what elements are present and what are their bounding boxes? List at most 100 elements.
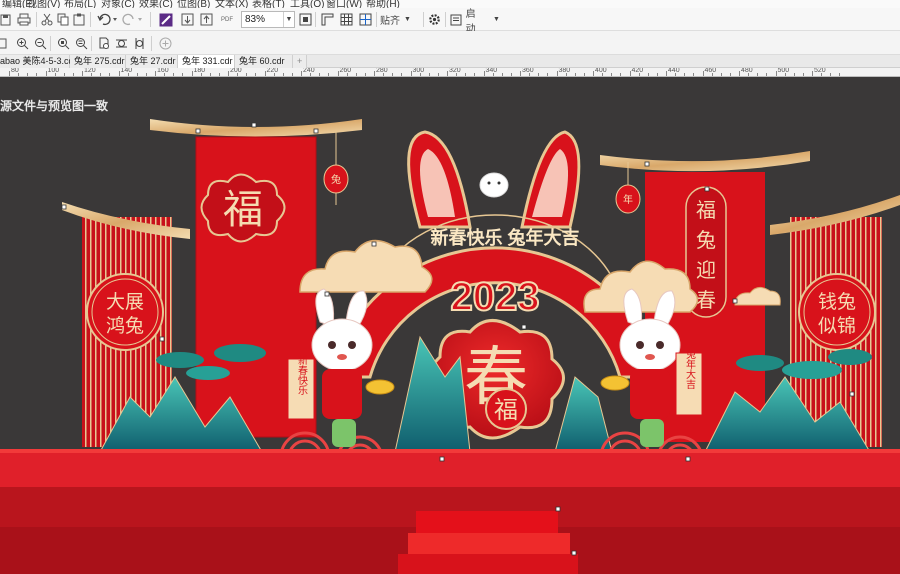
search-content-icon[interactable]: [158, 11, 174, 28]
cut-icon[interactable]: [40, 11, 54, 28]
tab-document-3[interactable]: 兔年 27.cdr: [126, 55, 178, 68]
show-guidelines-icon[interactable]: [358, 11, 372, 28]
right-banner-char-2: 兔: [696, 229, 716, 252]
ruler-tick-label: 140: [120, 68, 133, 74]
zoom-out-icon[interactable]: [33, 35, 47, 52]
artwork-stage-design[interactable]: 大展 鸿兔 福 兔 钱兔 似锦 福 兔 迎 春 年 新春快乐 兔年大吉 2023…: [0, 77, 900, 574]
document-tab-bar: abao 美陈4-5-3.cdr 兔年 275.cdr 兔年 27.cdr 兔年…: [0, 55, 900, 68]
add-icon[interactable]: [158, 35, 172, 52]
left-cloud: [299, 239, 433, 293]
full-screen-icon[interactable]: [298, 11, 312, 28]
ruler-tick-label: 100: [47, 68, 60, 74]
ruler-tick-label: 300: [412, 68, 425, 74]
menu-bitmaps[interactable]: 位图(B): [177, 0, 210, 8]
menu-bar: 编辑(E) 视图(V) 布局(L) 对象(C) 效果(C) 位图(B) 文本(X…: [0, 0, 900, 8]
arch-greeting-text: 新春快乐 兔年大吉: [430, 227, 579, 248]
ruler-tick-label: 520: [814, 68, 826, 74]
ruler-tick-label: 240: [303, 68, 315, 74]
ruler-tick-label: 380: [558, 68, 571, 74]
left-round-medallion: 大展 鸿兔: [86, 273, 164, 351]
snap-to-label: 贴齐: [380, 16, 400, 27]
copy-icon[interactable]: [56, 11, 70, 28]
tab-document-2[interactable]: 兔年 275.cdr: [70, 55, 126, 68]
ruler-tick-label: 420: [631, 68, 644, 74]
right-medallion-text-2: 似锦: [818, 315, 856, 337]
zoom-to-all-objects-icon[interactable]: [74, 35, 88, 52]
right-lantern: 年: [615, 162, 641, 214]
print-icon[interactable]: [16, 11, 32, 28]
menu-object[interactable]: 对象(C): [101, 0, 135, 8]
launcher-icon: [450, 14, 462, 25]
menu-window[interactable]: 窗口(W): [326, 0, 362, 8]
zoom-to-page-width-icon[interactable]: [114, 35, 128, 52]
menu-help[interactable]: 帮助(H): [366, 0, 400, 8]
right-banner-char-3: 迎: [696, 259, 716, 282]
menu-table[interactable]: 表格(T): [252, 0, 285, 8]
left-lantern: 兔: [323, 132, 349, 205]
ruler-tick-label: 280: [376, 68, 388, 74]
horizontal-ruler[interactable]: 80 100 120 140 160 180 200 220 240 260 280 300 320 34…: [0, 68, 900, 77]
ruler-tick-label: 460: [704, 68, 717, 74]
import-icon[interactable]: [180, 11, 194, 28]
zoom-to-page-icon[interactable]: [96, 35, 110, 52]
show-rulers-icon[interactable]: [320, 11, 334, 28]
year-2023-text: 2023: [451, 275, 540, 319]
ruler-tick-label: 340: [485, 68, 498, 74]
menu-layout[interactable]: 布局(L): [64, 0, 96, 8]
export-icon[interactable]: [199, 11, 213, 28]
application-launcher-dropdown[interactable]: 启动 ▼: [450, 9, 500, 35]
new-tab-plus-icon[interactable]: +: [293, 55, 307, 68]
menu-tools[interactable]: 工具(O): [290, 0, 324, 8]
chevron-down-icon: ▼: [404, 16, 411, 23]
ruler-tick-label: 400: [595, 68, 607, 74]
show-grid-icon[interactable]: [339, 11, 353, 28]
menu-text[interactable]: 文本(X): [215, 0, 248, 8]
left-medallion-text-2: 鸿兔: [106, 315, 144, 337]
ruler-tick-label: 320: [449, 68, 461, 74]
ruler-tick-label: 160: [157, 68, 169, 74]
ruler-tick-label: 120: [84, 68, 96, 74]
ruler-tick-label: 180: [193, 68, 206, 74]
ruler-tick-label: 200: [230, 68, 242, 74]
tab-document-1[interactable]: abao 美陈4-5-3.cdr: [0, 55, 77, 68]
right-scroll-text: 兔年大吉: [684, 348, 696, 390]
ruler-tick-label: 220: [266, 68, 279, 74]
property-bar: [0, 31, 900, 55]
left-lantern-text: 兔: [331, 173, 341, 186]
standard-toolbar: PDF 83% ▼ 贴齐 ▼ 启动 ▼: [0, 8, 900, 35]
paste-icon[interactable]: [72, 11, 86, 28]
chevron-down-icon[interactable]: ▼: [283, 12, 294, 27]
snap-to-dropdown[interactable]: 贴齐 ▼: [380, 11, 420, 28]
ruler-tick-label: 480: [741, 68, 753, 74]
tab-document-5[interactable]: 兔年 60.cdr: [235, 55, 293, 68]
zoom-to-selected-icon[interactable]: [56, 35, 70, 52]
chevron-down-icon: ▼: [493, 16, 500, 23]
launcher-label: 启动: [465, 8, 476, 35]
small-fu-character: 福: [494, 397, 518, 424]
save-icon[interactable]: [0, 11, 12, 28]
menu-view[interactable]: 视图(V): [27, 0, 60, 8]
rabbit-ears: [407, 130, 581, 229]
right-medallion-text-1: 钱兔: [818, 291, 856, 313]
tab-document-4[interactable]: 兔年 331.cdr: [178, 55, 235, 68]
stage-platform: [0, 449, 900, 574]
menu-effects[interactable]: 效果(C): [139, 0, 173, 8]
ruler-tick-label: 440: [668, 68, 680, 74]
right-round-medallion: 钱兔 似锦: [798, 273, 876, 351]
ruler-tick-label: 260: [339, 68, 352, 74]
ruler-tick-label: 360: [522, 68, 534, 74]
redo-icon[interactable]: [122, 11, 144, 28]
ruler-tick-label: 500: [777, 68, 790, 74]
options-gear-icon[interactable]: [427, 11, 441, 28]
undo-icon[interactable]: [96, 11, 120, 28]
drawing-canvas[interactable]: 源文件与预览图一致 大展 鸿兔 福 兔 钱兔 似锦 福 兔 迎 春 年 新春快乐…: [0, 77, 900, 574]
publish-pdf-icon[interactable]: PDF: [218, 11, 236, 28]
zoom-in-icon[interactable]: [15, 35, 29, 52]
right-banner-char-4: 春: [696, 289, 716, 312]
zoom-level-combobox[interactable]: 83% ▼: [241, 11, 295, 28]
zoom-to-page-height-icon[interactable]: [132, 35, 146, 52]
right-lantern-text: 年: [623, 193, 633, 206]
right-banner-char-1: 福: [696, 199, 716, 222]
zoom-tool-icon[interactable]: [0, 35, 8, 52]
left-scroll-text: 新春快乐: [296, 354, 308, 395]
